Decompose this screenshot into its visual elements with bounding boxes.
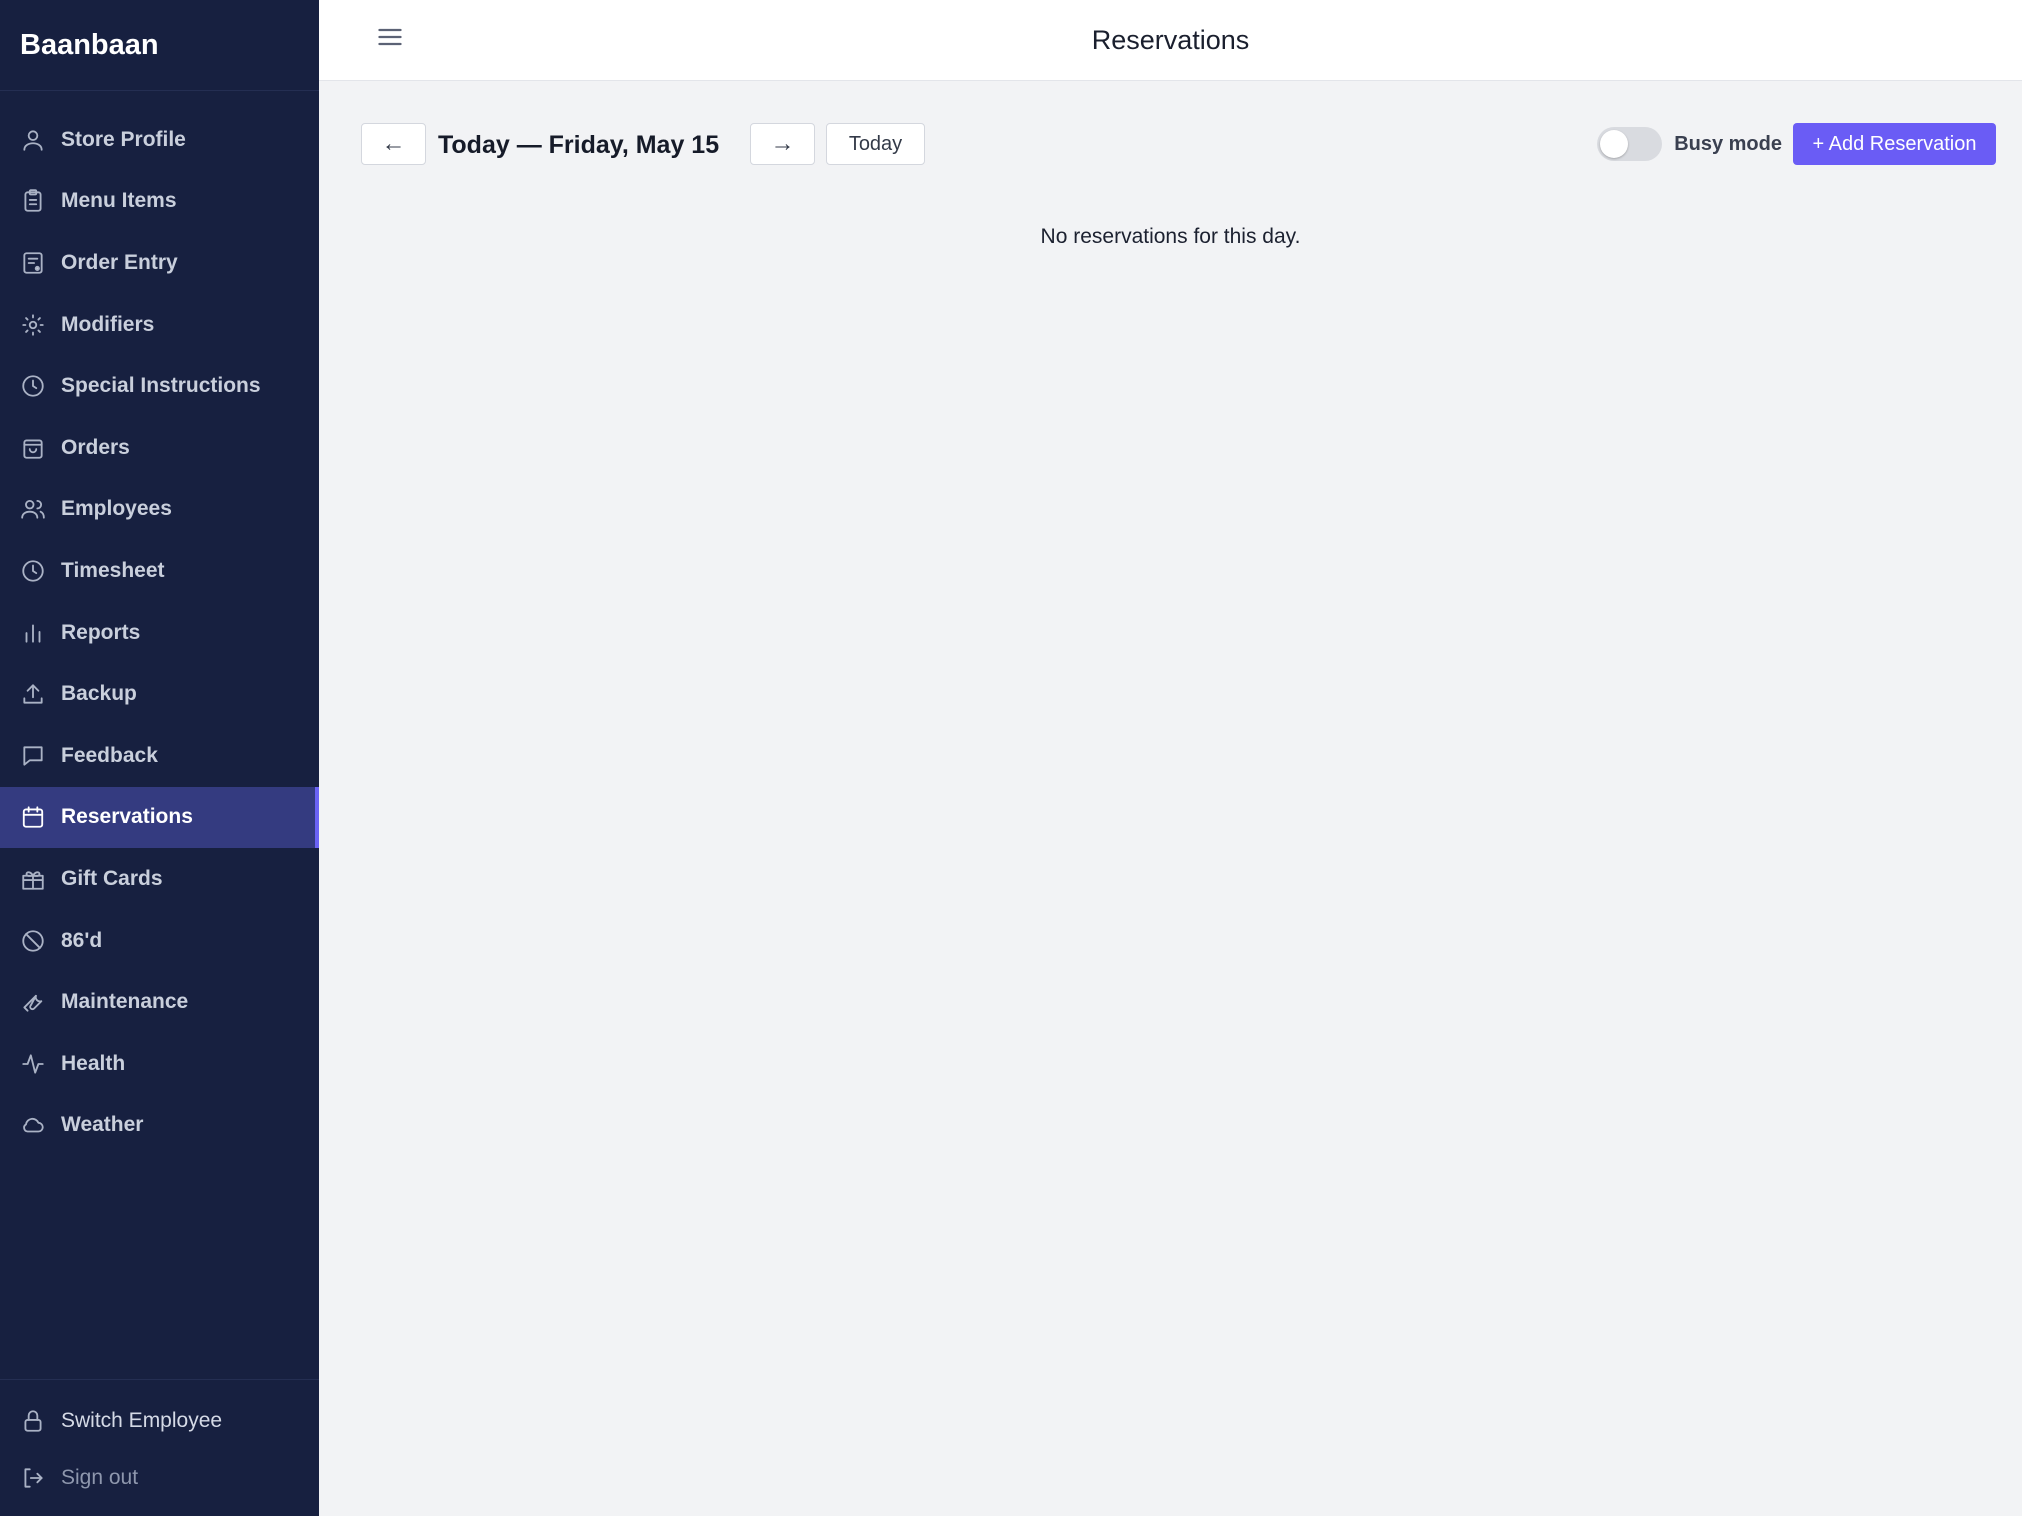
sidebar-item-label: Reservations xyxy=(61,805,193,829)
sidebar-item-label: Reports xyxy=(61,620,141,644)
sidebar-item-order-entry[interactable]: Order Entry xyxy=(0,232,319,294)
date-toolbar: ← Today — Friday, May 15 → Today Busy mo… xyxy=(319,81,2022,183)
sidebar-nav: Store Profile Menu Items Order Entry Modifi… xyxy=(0,91,319,1379)
today-button[interactable]: Today xyxy=(826,123,925,165)
sidebar-item-label: Backup xyxy=(61,682,137,706)
menu-toggle-button[interactable] xyxy=(375,22,405,52)
upload-icon xyxy=(19,680,47,708)
order-entry-icon xyxy=(19,249,47,277)
sidebar-item-employees[interactable]: Employees xyxy=(0,479,319,541)
busy-mode-control: Busy mode xyxy=(1597,123,1782,165)
sidebar-item-orders[interactable]: Orders xyxy=(0,417,319,479)
user-icon xyxy=(19,126,47,154)
sidebar-item-label: Special Instructions xyxy=(61,374,261,398)
sidebar-item-label: Maintenance xyxy=(61,990,189,1014)
message-icon xyxy=(19,742,47,770)
app-root: Baanbaan Store Profile Menu Items Order En… xyxy=(0,0,2022,1516)
activity-icon xyxy=(19,1050,47,1078)
page-title: Reservations xyxy=(1091,24,1250,55)
sidebar-item-label: Weather xyxy=(61,1113,144,1137)
sidebar-item-label: Timesheet xyxy=(61,558,165,582)
sidebar-item-label: Store Profile xyxy=(61,127,186,151)
clock-icon xyxy=(19,557,47,585)
calendar-icon xyxy=(19,803,47,831)
next-day-button[interactable]: → xyxy=(750,123,815,165)
sidebar-item-label: Gift Cards xyxy=(61,866,163,890)
clock-icon xyxy=(19,372,47,400)
gift-icon xyxy=(19,865,47,893)
sidebar-item-health[interactable]: Health xyxy=(0,1033,319,1095)
sidebar-item-weather[interactable]: Weather xyxy=(0,1095,319,1157)
sidebar-item-backup[interactable]: Backup xyxy=(0,663,319,725)
toggle-knob xyxy=(1600,130,1629,158)
sidebar-item-store-profile[interactable]: Store Profile xyxy=(0,109,319,171)
sign-out-label: Sign out xyxy=(61,1465,139,1489)
sidebar-item-label: Employees xyxy=(61,497,172,521)
wrench-icon xyxy=(19,988,47,1016)
sidebar-item-label: Order Entry xyxy=(61,250,178,274)
sidebar-item-special-instructions[interactable]: Special Instructions xyxy=(0,355,319,417)
sidebar-item-reports[interactable]: Reports xyxy=(0,602,319,664)
busy-mode-label: Busy mode xyxy=(1674,132,1782,155)
sign-out-icon xyxy=(19,1464,47,1492)
ban-icon xyxy=(19,927,47,955)
app-logo: Baanbaan xyxy=(0,0,319,91)
sidebar-item-modifiers[interactable]: Modifiers xyxy=(0,294,319,356)
bar-chart-icon xyxy=(19,619,47,647)
bag-icon xyxy=(19,434,47,462)
date-label: Today — Friday, May 15 xyxy=(438,131,720,159)
top-bar: Reservations xyxy=(319,0,2022,81)
empty-state-message: No reservations for this day. xyxy=(1040,225,1301,248)
sidebar-item-label: Menu Items xyxy=(61,189,177,213)
busy-mode-toggle[interactable] xyxy=(1597,127,1663,161)
switch-employee-button[interactable]: Switch Employee xyxy=(0,1392,319,1449)
sidebar-item-timesheet[interactable]: Timesheet xyxy=(0,540,319,602)
sidebar: Baanbaan Store Profile Menu Items Order En… xyxy=(0,0,319,1516)
sidebar-item-label: 86'd xyxy=(61,928,103,952)
sidebar-item-maintenance[interactable]: Maintenance xyxy=(0,971,319,1033)
clipboard-icon xyxy=(19,187,47,215)
sun-icon xyxy=(19,311,47,339)
sidebar-footer: Switch Employee Sign out xyxy=(0,1379,319,1516)
sidebar-item-label: Orders xyxy=(61,435,130,459)
hamburger-icon xyxy=(378,28,402,46)
sidebar-item-86-d[interactable]: 86'd xyxy=(0,910,319,972)
sidebar-item-label: Health xyxy=(61,1051,126,1075)
sidebar-item-reservations[interactable]: Reservations xyxy=(0,786,319,849)
sidebar-item-label: Modifiers xyxy=(61,312,155,336)
switch-employee-label: Switch Employee xyxy=(61,1408,223,1432)
users-icon xyxy=(19,495,47,523)
sidebar-item-gift-cards[interactable]: Gift Cards xyxy=(0,848,319,910)
cloud-icon xyxy=(19,1111,47,1139)
previous-day-button[interactable]: ← xyxy=(361,123,426,165)
lock-icon xyxy=(19,1407,47,1435)
add-reservation-button[interactable]: + Add Reservation xyxy=(1793,123,1996,165)
sidebar-item-menu-items[interactable]: Menu Items xyxy=(0,171,319,233)
sidebar-item-feedback[interactable]: Feedback xyxy=(0,725,319,787)
main-content: Reservations ← Today — Friday, May 15 → … xyxy=(319,0,2022,1516)
sidebar-item-label: Feedback xyxy=(61,743,158,767)
sign-out-button[interactable]: Sign out xyxy=(0,1449,319,1506)
